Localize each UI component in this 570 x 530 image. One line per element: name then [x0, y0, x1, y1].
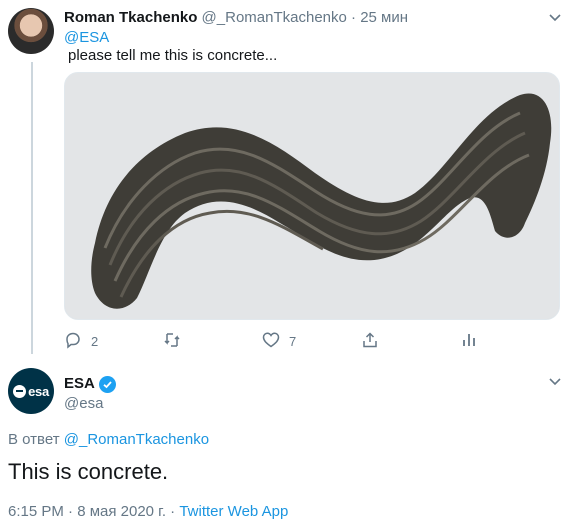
- tweet2-name-row: ESA: [64, 374, 116, 394]
- tweet2-text: This is concrete.: [8, 459, 169, 484]
- tweet2-chevron-down-icon[interactable]: [548, 376, 562, 390]
- reply-count: 2: [91, 333, 99, 349]
- tweet2-meta: 6:15 PM · 8 мая 2020 г. · Twitter Web Ap…: [8, 502, 288, 522]
- share-button[interactable]: [361, 330, 379, 352]
- heart-icon: [262, 331, 280, 352]
- reply-button[interactable]: 2: [64, 330, 98, 352]
- tweet1-display-name[interactable]: Roman Tkachenko: [64, 9, 197, 26]
- tweet2-source-link[interactable]: Twitter Web App: [179, 503, 288, 520]
- esa-logo-mark-icon: [13, 384, 27, 398]
- tweet1-separator: ·: [351, 9, 357, 26]
- tweet1-photo-concrete[interactable]: [64, 72, 560, 320]
- tweet1-mention[interactable]: @ESA: [64, 28, 109, 48]
- tweet2-handle[interactable]: @esa: [64, 394, 103, 414]
- retweet-icon: [163, 331, 181, 352]
- analytics-button[interactable]: [460, 330, 478, 352]
- tweet1-header: Roman Tkachenko @_RomanTkachenko · 25 ми…: [64, 8, 408, 28]
- tweet2-timestamp[interactable]: 6:15 PM · 8 мая 2020 г.: [8, 503, 166, 520]
- reply-icon: [64, 331, 82, 352]
- reply-to-link[interactable]: @_RomanTkachenko: [64, 431, 209, 448]
- tweet1-time[interactable]: 25 мин: [360, 9, 408, 26]
- share-icon: [361, 331, 379, 352]
- esa-logo-text: esa: [28, 383, 49, 399]
- tweet1-text: please tell me this is concrete...: [68, 47, 278, 64]
- tweet1-chevron-down-icon[interactable]: [548, 12, 562, 26]
- avatar-esa[interactable]: esa: [8, 368, 54, 414]
- tweet1-handle[interactable]: @_RomanTkachenko: [202, 9, 347, 26]
- tweet2-display-name[interactable]: ESA: [64, 374, 95, 394]
- tweet1-action-bar: 2 7: [64, 330, 560, 352]
- like-count: 7: [289, 333, 297, 349]
- like-button[interactable]: 7: [262, 330, 296, 352]
- reply-prefix: В ответ: [8, 431, 60, 448]
- tweet2-meta-separator: ·: [170, 503, 176, 520]
- thread-connector-line: [31, 62, 33, 354]
- verified-badge-icon: [98, 375, 116, 393]
- reply-context: В ответ @_RomanTkachenko: [8, 430, 209, 450]
- analytics-icon: [460, 331, 478, 352]
- retweet-button[interactable]: [163, 330, 181, 352]
- avatar-roman[interactable]: [8, 8, 54, 54]
